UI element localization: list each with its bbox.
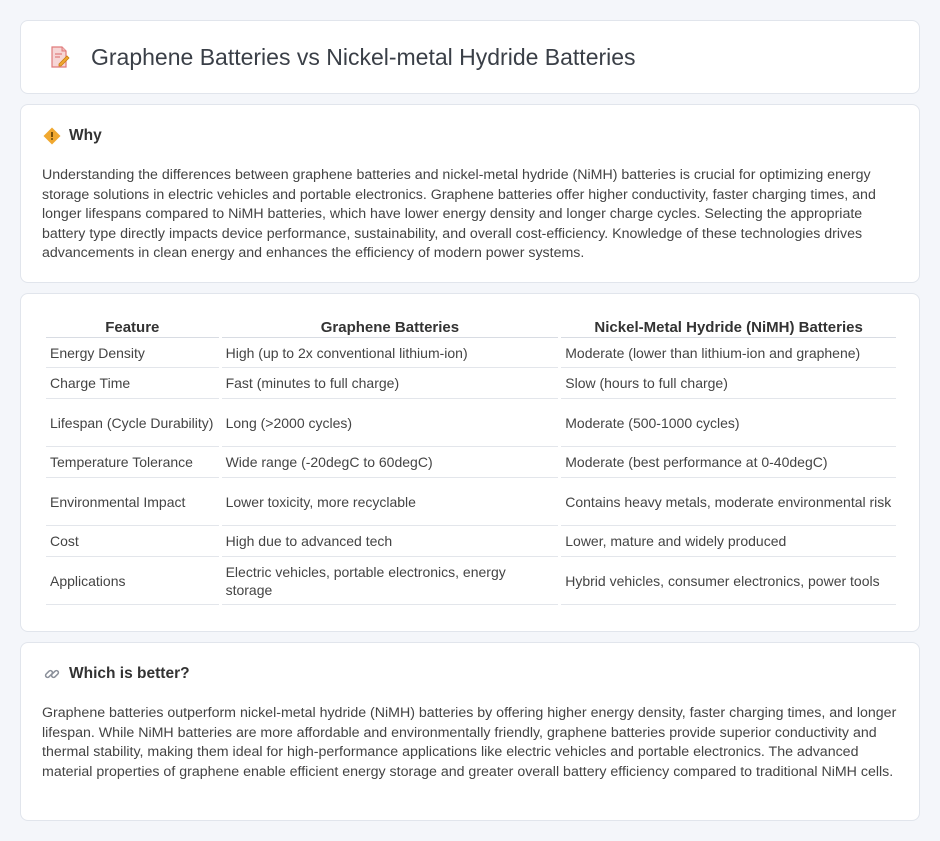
table-cell: Slow (hours to full charge) xyxy=(561,368,896,399)
table-row: Energy Density High (up to 2x convention… xyxy=(46,338,896,368)
table-cell: Charge Time xyxy=(46,368,219,399)
table-cell: Lifespan (Cycle Durability) xyxy=(46,399,219,447)
table-cell: Fast (minutes to full charge) xyxy=(221,368,559,399)
table-cell: Moderate (best performance at 0-40degC) xyxy=(561,447,896,478)
link-icon xyxy=(43,665,61,683)
table-cell: Lower toxicity, more recyclable xyxy=(221,478,559,526)
table-cell: Moderate (lower than lithium-ion and gra… xyxy=(561,338,896,368)
table-row: Charge Time Fast (minutes to full charge… xyxy=(46,368,896,399)
table-row: Lifespan (Cycle Durability) Long (>2000 … xyxy=(46,399,896,447)
comparison-table: Feature Graphene Batteries Nickel-Metal … xyxy=(43,316,899,605)
table-row: Temperature Tolerance Wide range (-20deg… xyxy=(46,447,896,478)
table-cell: Energy Density xyxy=(46,338,219,368)
table-cell: Environmental Impact xyxy=(46,478,219,526)
table-cell: High due to advanced tech xyxy=(221,526,559,557)
table-cell: Cost xyxy=(46,526,219,557)
better-heading: Which is better? xyxy=(69,665,190,682)
which-better-section: Which is better? Graphene batteries outp… xyxy=(20,642,920,821)
table-cell: Electric vehicles, portable electronics,… xyxy=(221,557,559,605)
table-header-row: Feature Graphene Batteries Nickel-Metal … xyxy=(46,316,896,338)
page-title: Graphene Batteries vs Nickel-metal Hydri… xyxy=(91,43,636,70)
table-row: Applications Electric vehicles, portable… xyxy=(46,557,896,605)
header-nimh: Nickel-Metal Hydride (NiMH) Batteries xyxy=(561,316,896,338)
better-body: Graphene batteries outperform nickel-met… xyxy=(42,705,897,780)
title-card: Graphene Batteries vs Nickel-metal Hydri… xyxy=(20,20,920,94)
why-section: Why Understanding the differences betwee… xyxy=(20,104,920,283)
table-cell: Moderate (500-1000 cycles) xyxy=(561,399,896,447)
table-row: Cost High due to advanced tech Lower, ma… xyxy=(46,526,896,557)
table-row: Environmental Impact Lower toxicity, mor… xyxy=(46,478,896,526)
better-header: Which is better? xyxy=(43,665,190,683)
header-graphene: Graphene Batteries xyxy=(221,316,559,338)
diamond-warning-icon xyxy=(43,127,61,145)
why-body: Understanding the differences between gr… xyxy=(42,167,876,262)
table-cell: Lower, mature and widely produced xyxy=(561,526,896,557)
why-heading: Why xyxy=(69,127,102,144)
table-cell: Contains heavy metals, moderate environm… xyxy=(561,478,896,526)
why-header: Why xyxy=(43,127,102,145)
table-cell: Applications xyxy=(46,557,219,605)
header-feature: Feature xyxy=(46,316,219,338)
comparison-section: Feature Graphene Batteries Nickel-Metal … xyxy=(20,293,920,632)
document-pencil-icon xyxy=(47,45,71,69)
table-cell: Wide range (-20degC to 60degC) xyxy=(221,447,559,478)
table-cell: Hybrid vehicles, consumer electronics, p… xyxy=(561,557,896,605)
table-cell: High (up to 2x conventional lithium-ion) xyxy=(221,338,559,368)
table-cell: Long (>2000 cycles) xyxy=(221,399,559,447)
table-cell: Temperature Tolerance xyxy=(46,447,219,478)
